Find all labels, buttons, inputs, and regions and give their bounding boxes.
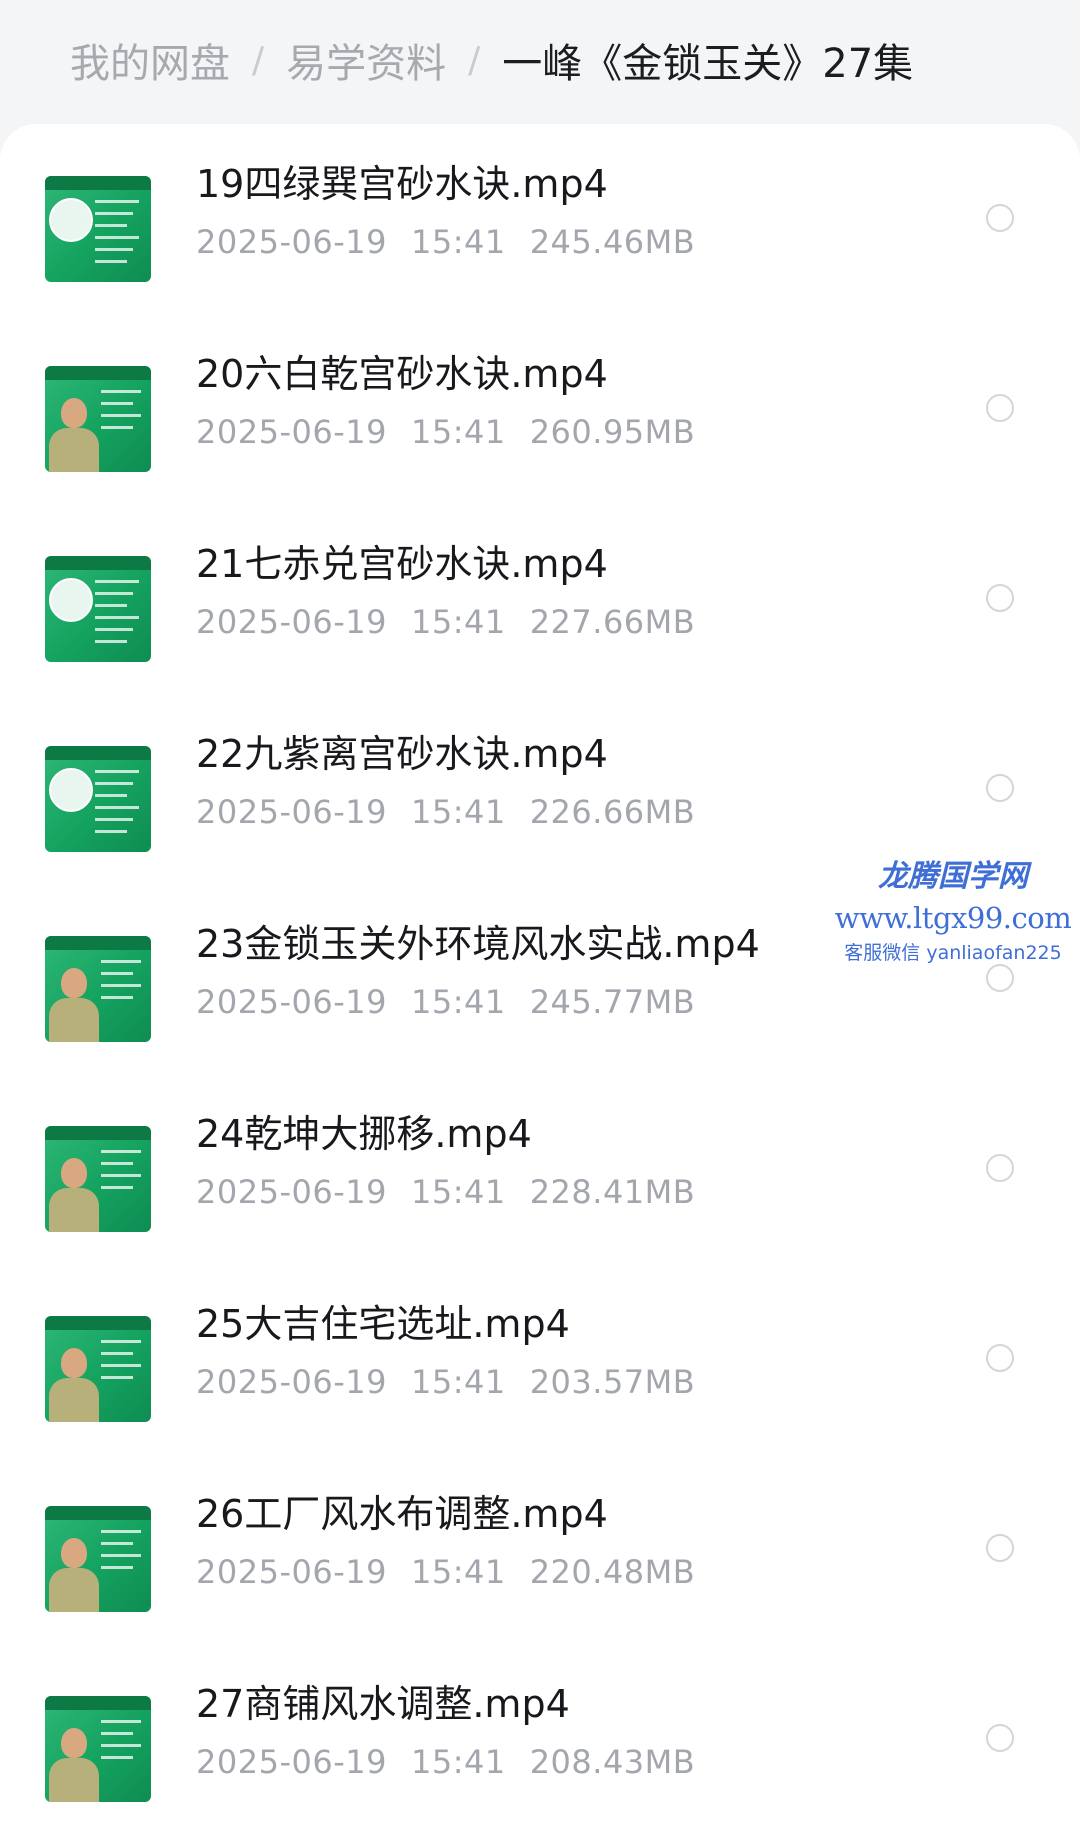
file-size: 208.43MB [529, 1743, 696, 1781]
file-name: 19四绿巽宫砂水诀.mp4 [196, 162, 608, 206]
file-name: 21七赤兑宫砂水诀.mp4 [196, 542, 608, 586]
file-meta: 2025-06-19 15:41 227.66MB [196, 600, 695, 644]
file-time: 15:41 [410, 1553, 506, 1591]
file-name: 20六白乾宫砂水诀.mp4 [196, 352, 608, 396]
file-meta: 2025-06-19 15:41 226.66MB [196, 790, 695, 834]
file-row[interactable]: 24乾坤大挪移.mp4 2025-06-19 15:41 228.41MB [0, 1074, 1080, 1264]
file-row[interactable]: 20六白乾宫砂水诀.mp4 2025-06-19 15:41 260.95MB [0, 314, 1080, 504]
file-date: 2025-06-19 [196, 793, 387, 831]
breadcrumb-current-folder: 一峰《金锁玉关》27集 [502, 41, 914, 87]
file-meta: 2025-06-19 15:41 228.41MB [196, 1170, 695, 1214]
file-list-card: 19四绿巽宫砂水诀.mp4 2025-06-19 15:41 245.46MB 20六白… [0, 124, 1080, 1838]
select-checkbox[interactable] [986, 774, 1014, 802]
file-time: 15:41 [410, 603, 506, 641]
file-size: 260.95MB [529, 413, 696, 451]
video-thumbnail [45, 176, 151, 282]
file-meta: 2025-06-19 15:41 245.46MB [196, 220, 695, 264]
file-time: 15:41 [410, 793, 506, 831]
breadcrumb-separator: / [252, 39, 265, 81]
file-meta: 2025-06-19 15:41 220.48MB [196, 1550, 695, 1594]
watermark-contact: 客服微信 yanliaofan225 [844, 942, 1062, 964]
video-thumbnail [45, 366, 151, 472]
file-size: 227.66MB [529, 603, 696, 641]
file-meta: 2025-06-19 15:41 208.43MB [196, 1740, 695, 1784]
watermark-url: www.ltgx99.com [834, 901, 1072, 935]
file-date: 2025-06-19 [196, 603, 387, 641]
breadcrumb: 我的网盘 / 易学资料 / 一峰《金锁玉关》27集 [70, 28, 913, 92]
file-row[interactable]: 21七赤兑宫砂水诀.mp4 2025-06-19 15:41 227.66MB [0, 504, 1080, 694]
select-checkbox[interactable] [986, 394, 1014, 422]
file-row[interactable]: 27商铺风水调整.mp4 2025-06-19 15:41 208.43MB [0, 1644, 1080, 1834]
video-thumbnail [45, 1506, 151, 1612]
video-thumbnail [45, 1696, 151, 1802]
watermark-brand: 龙腾国学网 [878, 859, 1028, 894]
breadcrumb-separator: / [468, 39, 481, 81]
file-date: 2025-06-19 [196, 1553, 387, 1591]
file-size: 203.57MB [529, 1363, 696, 1401]
file-date: 2025-06-19 [196, 223, 387, 261]
file-size: 228.41MB [529, 1173, 696, 1211]
video-thumbnail [45, 556, 151, 662]
file-time: 15:41 [410, 1743, 506, 1781]
file-time: 15:41 [410, 983, 506, 1021]
file-row[interactable]: 26工厂风水布调整.mp4 2025-06-19 15:41 220.48MB [0, 1454, 1080, 1644]
video-thumbnail [45, 746, 151, 852]
file-row[interactable]: 25大吉住宅选址.mp4 2025-06-19 15:41 203.57MB [0, 1264, 1080, 1454]
file-date: 2025-06-19 [196, 1363, 387, 1401]
select-checkbox[interactable] [986, 1724, 1014, 1752]
select-checkbox[interactable] [986, 1534, 1014, 1562]
file-meta: 2025-06-19 15:41 245.77MB [196, 980, 695, 1024]
file-name: 24乾坤大挪移.mp4 [196, 1112, 532, 1156]
file-date: 2025-06-19 [196, 413, 387, 451]
file-size: 220.48MB [529, 1553, 696, 1591]
file-name: 25大吉住宅选址.mp4 [196, 1302, 570, 1346]
file-meta: 2025-06-19 15:41 203.57MB [196, 1360, 695, 1404]
file-time: 15:41 [410, 223, 506, 261]
file-size: 245.46MB [529, 223, 696, 261]
select-checkbox[interactable] [986, 1154, 1014, 1182]
file-row[interactable]: 19四绿巽宫砂水诀.mp4 2025-06-19 15:41 245.46MB [0, 124, 1080, 314]
select-checkbox[interactable] [986, 964, 1014, 992]
file-date: 2025-06-19 [196, 983, 387, 1021]
select-checkbox[interactable] [986, 584, 1014, 612]
file-browser-page: 我的网盘 / 易学资料 / 一峰《金锁玉关》27集 19四绿巽宫砂水诀.mp4 2… [0, 0, 1080, 1838]
video-thumbnail [45, 1126, 151, 1232]
file-name: 22九紫离宫砂水诀.mp4 [196, 732, 608, 776]
file-date: 2025-06-19 [196, 1173, 387, 1211]
file-meta: 2025-06-19 15:41 260.95MB [196, 410, 695, 454]
select-checkbox[interactable] [986, 204, 1014, 232]
file-name: 23金锁玉关外环境风水实战.mp4 [196, 922, 760, 966]
file-date: 2025-06-19 [196, 1743, 387, 1781]
video-thumbnail [45, 1316, 151, 1422]
video-thumbnail [45, 936, 151, 1042]
watermark: 龙腾国学网 www.ltgx99.com 客服微信 yanliaofan225 [828, 856, 1078, 968]
file-time: 15:41 [410, 1363, 506, 1401]
file-time: 15:41 [410, 1173, 506, 1211]
breadcrumb-item-my-drive[interactable]: 我的网盘 [70, 31, 230, 89]
file-time: 15:41 [410, 413, 506, 451]
file-name: 26工厂风水布调整.mp4 [196, 1492, 608, 1536]
breadcrumb-item-folder[interactable]: 易学资料 [286, 31, 446, 89]
select-checkbox[interactable] [986, 1344, 1014, 1372]
file-size: 245.77MB [529, 983, 696, 1021]
file-size: 226.66MB [529, 793, 696, 831]
file-name: 27商铺风水调整.mp4 [196, 1682, 570, 1726]
